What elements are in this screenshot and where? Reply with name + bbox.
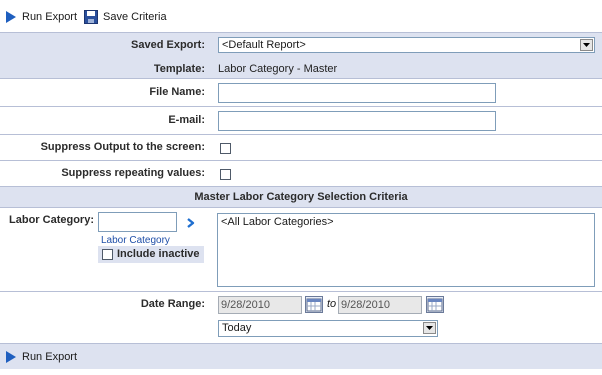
include-inactive-label: Include inactive: [117, 248, 200, 260]
section-title: Master Labor Category Selection Criteria: [0, 187, 602, 207]
labor-category-listbox[interactable]: <All Labor Categories>: [217, 213, 595, 287]
divider: [0, 32, 602, 33]
labor-category-label: Labor Category:: [9, 214, 94, 226]
chevron-down-icon[interactable]: [423, 322, 436, 334]
date-preset-value: Today: [222, 322, 252, 334]
run-export-button[interactable]: Run Export: [5, 9, 77, 25]
list-item[interactable]: <All Labor Categories>: [221, 216, 591, 228]
divider: [0, 343, 602, 344]
floppy-disk-icon: [84, 10, 98, 24]
date-from-input[interactable]: 9/28/2010: [218, 296, 302, 314]
file-name-label: File Name:: [149, 86, 205, 98]
calendar-icon[interactable]: [426, 296, 444, 313]
toolbar: Run Export Save Criteria: [0, 0, 602, 32]
suppress-output-checkbox[interactable]: [220, 143, 231, 154]
divider: [0, 207, 602, 208]
suppress-output-label: Suppress Output to the screen:: [40, 141, 205, 153]
saved-export-label: Saved Export:: [131, 39, 205, 51]
suppress-repeating-checkbox[interactable]: [220, 169, 231, 180]
footer-run-export-label: Run Export: [22, 351, 78, 363]
chevron-right-icon[interactable]: [186, 218, 196, 231]
include-inactive-row[interactable]: Include inactive: [98, 246, 204, 263]
divider: [0, 160, 602, 161]
include-inactive-checkbox[interactable]: [102, 249, 113, 260]
footer-run-export-button[interactable]: Run Export: [5, 349, 77, 365]
template-label: Template:: [153, 63, 205, 75]
save-criteria-label: Save Criteria: [103, 11, 167, 23]
saved-export-select[interactable]: <Default Report>: [218, 37, 595, 53]
email-label: E-mail:: [168, 114, 205, 126]
save-criteria-button[interactable]: Save Criteria: [84, 9, 167, 25]
divider: [0, 291, 602, 292]
labor-category-input[interactable]: [98, 212, 177, 232]
suppress-repeating-label: Suppress repeating values:: [61, 167, 205, 179]
file-name-input[interactable]: [218, 83, 496, 103]
play-icon: [6, 351, 16, 363]
saved-export-value: <Default Report>: [222, 39, 306, 51]
divider: [0, 78, 602, 79]
date-to-input[interactable]: 9/28/2010: [338, 296, 422, 314]
run-export-label: Run Export: [22, 11, 78, 23]
labor-category-caption: Labor Category: [101, 235, 170, 246]
template-value: Labor Category - Master: [218, 63, 338, 75]
divider: [0, 106, 602, 107]
footer-bar: [0, 343, 602, 369]
email-input[interactable]: [218, 111, 496, 131]
play-icon: [6, 11, 16, 23]
date-preset-select[interactable]: Today: [218, 320, 438, 337]
chevron-down-icon[interactable]: [580, 39, 593, 51]
calendar-icon[interactable]: [305, 296, 323, 313]
date-to-label: to: [327, 298, 337, 310]
divider: [0, 134, 602, 135]
date-range-label: Date Range:: [140, 298, 205, 310]
